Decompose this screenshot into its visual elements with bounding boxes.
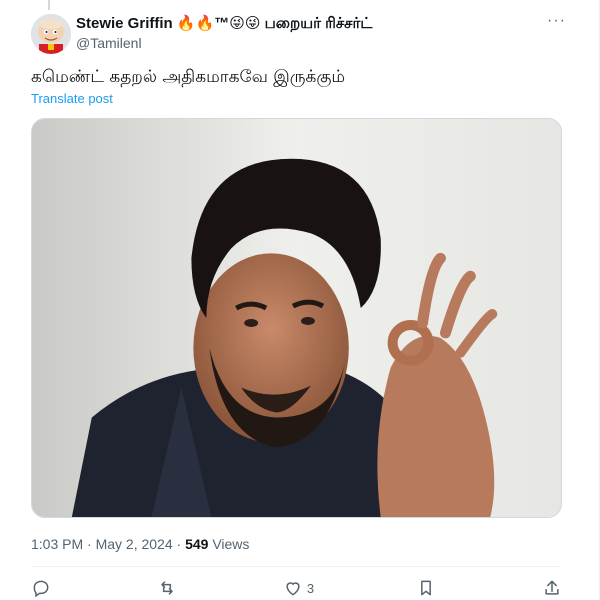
tweet-header: Stewie Griffin 🔥🔥™😜😜 பறையர் ரிச்சர்ட் @T…	[76, 14, 556, 52]
display-name[interactable]: Stewie Griffin 🔥🔥™😜😜 பறையர் ரிச்சர்ட்	[76, 14, 372, 34]
tweet-card[interactable]: Stewie Griffin 🔥🔥™😜😜 பறையர் ரிச்சர்ட் @T…	[0, 0, 600, 600]
translate-post-link[interactable]: Translate post	[31, 91, 113, 106]
avatar-image	[31, 14, 71, 54]
media-image[interactable]	[31, 118, 562, 518]
like-count: 3	[306, 580, 315, 596]
more-icon[interactable]: ···	[547, 12, 566, 30]
share-button[interactable]	[542, 576, 562, 600]
user-handle[interactable]: @Tamilenl	[76, 34, 556, 52]
reply-icon	[33, 580, 49, 598]
action-bar: 3	[31, 576, 562, 600]
share-icon	[545, 580, 559, 595]
views-count: 549	[185, 536, 209, 552]
avatar[interactable]	[31, 14, 71, 54]
views-label: Views	[208, 536, 250, 552]
bookmark-icon	[421, 580, 431, 596]
repost-button[interactable]	[157, 576, 181, 600]
post-meta: 1:03 PM · May 2, 2024 · 549 Views	[31, 536, 249, 552]
repost-icon	[161, 581, 173, 595]
timestamp[interactable]: 1:03 PM · May 2, 2024 ·	[31, 536, 185, 552]
tweet-text: கமெண்ட் கதறல் அதிகமாகவே இருக்கும்	[31, 67, 346, 87]
heart-icon	[286, 582, 300, 596]
name-row: Stewie Griffin 🔥🔥™😜😜 பறையர் ரிச்சர்ட்	[76, 14, 556, 34]
photo-man-ok-gesture	[32, 119, 561, 517]
bookmark-button[interactable]	[416, 576, 440, 600]
divider	[31, 566, 561, 567]
like-button[interactable]: 3	[283, 576, 314, 600]
reply-button[interactable]	[31, 576, 55, 600]
thread-connector-line	[48, 0, 50, 10]
